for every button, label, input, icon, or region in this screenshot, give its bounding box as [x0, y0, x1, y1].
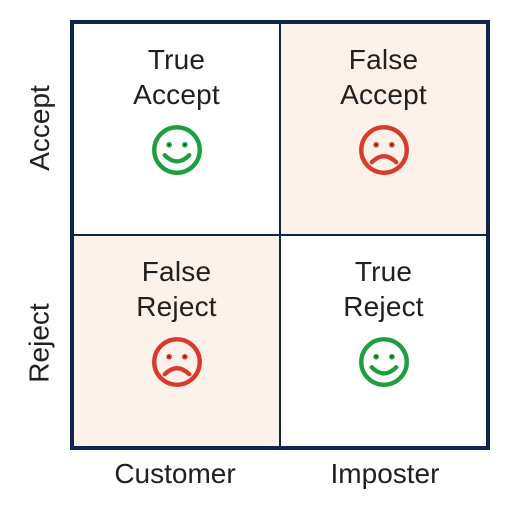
frown-icon [356, 122, 412, 178]
cell-false-accept: False Accept [280, 23, 487, 235]
cell-label: False Accept [340, 42, 427, 112]
cell-false-reject: False Reject [73, 235, 280, 447]
cell-true-reject: True Reject [280, 235, 487, 447]
cell-label-line1: False [349, 44, 418, 75]
col-label-customer: Customer [70, 458, 280, 490]
cell-label-line2: Accept [340, 79, 427, 110]
cell-label-line2: Accept [133, 79, 220, 110]
smile-icon [149, 122, 205, 178]
cell-label: True Reject [343, 254, 424, 324]
column-labels: Customer Imposter [70, 458, 490, 490]
cell-label-line1: True [148, 44, 205, 75]
row-label-text: Accept [24, 85, 56, 171]
cell-label-line2: Reject [136, 291, 217, 322]
smile-icon [356, 334, 412, 390]
cell-label-line1: False [142, 256, 211, 287]
cell-label-line1: True [355, 256, 412, 287]
cell-label-line2: Reject [343, 291, 424, 322]
row-label-reject: Reject [20, 235, 60, 450]
cell-label: False Reject [136, 254, 217, 324]
matrix-grid: True Accept False Accept [70, 20, 490, 450]
cell-label: True Accept [133, 42, 220, 112]
col-label-imposter: Imposter [280, 458, 490, 490]
confusion-matrix-diagram: Accept Reject True Accept False Accep [0, 0, 520, 522]
row-label-accept: Accept [20, 20, 60, 235]
row-label-text: Reject [24, 303, 56, 382]
cell-true-accept: True Accept [73, 23, 280, 235]
frown-icon [149, 334, 205, 390]
